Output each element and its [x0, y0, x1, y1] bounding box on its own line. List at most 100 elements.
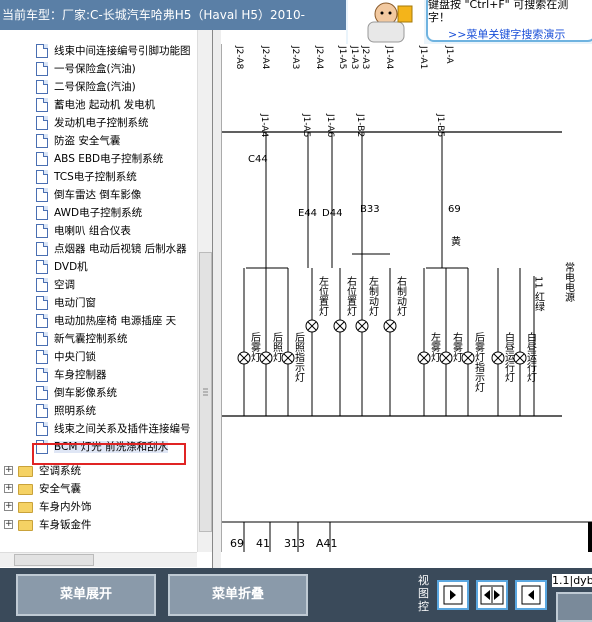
pin-label: J1-A5 [301, 113, 311, 137]
tree-item-label: 倒车影像系统 [54, 387, 117, 399]
tree-folder-label: 车身钣金件 [39, 519, 92, 531]
power-source-label: 常电电源 [563, 261, 575, 303]
tree-item[interactable]: 电动门窗 [36, 294, 96, 312]
tree-item[interactable]: 电动加热座椅 电源插座 天 [36, 312, 176, 330]
tree-item[interactable]: 车身控制器 [36, 366, 107, 384]
document-icon [36, 98, 48, 112]
document-icon [36, 44, 48, 58]
lamp-label: 右制动灯 [395, 275, 407, 317]
pin-label: J1-A4 [259, 113, 269, 138]
tree-item[interactable]: DVD机 [36, 258, 88, 276]
top-connector-label: J1-A3 [349, 45, 359, 69]
arrow-right-icon [443, 585, 463, 605]
tree-item-label: 空调 [54, 279, 75, 291]
tree-item[interactable]: TCS电子控制系统 [36, 168, 137, 186]
tree-item[interactable]: 蓄电池 起动机 发电机 [36, 96, 155, 114]
document-icon [36, 404, 48, 418]
lamp-label: 右雾灯 [451, 331, 463, 363]
tree-item[interactable]: 照明系统 [36, 402, 96, 420]
horizontal-scroll-thumb[interactable] [14, 554, 94, 566]
tree-item[interactable]: AWD电子控制系统 [36, 204, 142, 222]
horizontal-scrollbar[interactable] [0, 552, 197, 567]
top-connector-label: J2-A8 [234, 45, 244, 70]
tree-item[interactable]: 中央门锁 [36, 348, 96, 366]
tree-folder[interactable]: 车身内外饰 [18, 498, 92, 516]
tree-item[interactable]: 电喇叭 组合仪表 [36, 222, 131, 240]
bottom-connector-label: 41 [256, 537, 270, 550]
pin-label: J1-A6 [325, 113, 335, 138]
tree-item[interactable]: 防盗 安全气囊 [36, 132, 120, 150]
tree-folder-label: 空调系统 [39, 465, 81, 477]
top-connector-label: J1-A1 [418, 45, 428, 69]
wiring-diagram[interactable]: J2-A8 J2-A4 J2-A3 J2-A4 J1-A5 J1-A3 J2-A3 J1-A4… [221, 44, 592, 552]
tree-item[interactable]: ABS EBD电子控制系统 [36, 150, 163, 168]
view-right-button[interactable] [515, 580, 547, 610]
expand-toggle-icon[interactable]: + [4, 502, 13, 511]
menu-collapse-button[interactable]: 菜单折叠 [168, 574, 308, 616]
top-connector-label: J1-A [444, 45, 454, 64]
wire-code: C44 [248, 154, 268, 165]
tree-item[interactable]: 点烟器 电动后视镜 后制水器 [36, 240, 187, 258]
lamp-label: 左制动灯 [367, 275, 379, 317]
expand-toggle-icon[interactable]: + [4, 520, 13, 529]
tree-item[interactable]: 二号保险盒(汽油) [36, 78, 136, 96]
tree-item-label: 防盗 安全气囊 [54, 135, 121, 147]
menu-expand-button[interactable]: 菜单展开 [16, 574, 156, 616]
current-model-bar: 当前车型：厂家:C-长城汽车哈弗H5（Haval H5）2010- [0, 0, 346, 30]
tree-folder[interactable]: 安全气囊 [18, 480, 81, 498]
wire-color-label: 黄 [449, 235, 461, 247]
search-tip-banner[interactable]: 键盘按 "Ctrl+F" 可搜索在测 字！ >>菜单关键字搜索演示 [346, 0, 592, 44]
top-connector-label: J2-A3 [360, 45, 370, 69]
document-icon [36, 188, 48, 202]
folder-icon [18, 519, 33, 531]
document-icon [36, 332, 48, 346]
vertical-scroll-thumb[interactable] [199, 252, 212, 532]
wire-code: E44 [298, 208, 317, 219]
tree-item[interactable]: 新气囊控制系统 [36, 330, 128, 348]
vertical-scrollbar[interactable] [197, 30, 212, 552]
lamp-label: 后照灯 [271, 332, 283, 363]
tree-item-label: 发动机电子控制系统 [54, 117, 149, 129]
tree-item[interactable]: 发动机电子控制系统 [36, 114, 149, 132]
document-icon [36, 314, 48, 328]
expand-toggle-icon[interactable]: + [4, 466, 13, 475]
lamp-label: 右位置灯 [345, 275, 357, 317]
view-left-button[interactable] [437, 580, 469, 610]
top-connector-label: J1-A5 [337, 45, 347, 69]
tree-item-label: 照明系统 [54, 405, 96, 417]
document-icon [36, 152, 48, 166]
document-icon [36, 224, 48, 238]
bottom-connector-label: 69 [230, 537, 244, 550]
tree-item[interactable]: 线束之间关系及插件连接编号 [36, 420, 191, 438]
tree-item-label: 点烟器 电动后视镜 后制水器 [54, 243, 187, 255]
search-demo-link[interactable]: >>菜单关键字搜索演示 [448, 26, 565, 42]
extra-toolbar-button[interactable] [556, 592, 592, 622]
tree-folder[interactable]: 车身钣金件 [18, 516, 92, 534]
tree-item-label: AWD电子控制系统 [54, 207, 143, 219]
lamp-label: 后雾灯指示灯 [473, 332, 485, 393]
arrow-left-icon [521, 585, 541, 605]
zoom-readout: 1.1|dyb [552, 574, 592, 587]
tree-item[interactable]: 线束中间连接编号引脚功能图 [36, 42, 191, 60]
page-edge-mark [588, 522, 592, 552]
mascot-icon [367, 2, 413, 43]
wire-code: B33 [360, 204, 380, 215]
panel-splitter[interactable] [213, 30, 221, 568]
tree-item[interactable]: 倒车雷达 倒车影像 [36, 186, 141, 204]
tree-item[interactable]: 倒车影像系统 [36, 384, 117, 402]
document-icon [36, 422, 48, 436]
view-split-button[interactable] [476, 580, 508, 610]
tree-item-label: 车身控制器 [54, 369, 107, 381]
tree-item[interactable]: 空调 [36, 276, 75, 294]
split-view-icon [480, 585, 504, 605]
tree-item-label: TCS电子控制系统 [54, 171, 137, 183]
expand-toggle-icon[interactable]: + [4, 484, 13, 493]
menu-tree-panel: 线束中间连接编号引脚功能图 一号保险盒(汽油) 二号保险盒(汽油) 蓄电池 起动机 发… [0, 30, 213, 568]
tree-item-label: 电喇叭 组合仪表 [54, 225, 131, 237]
lamp-label: 白昼运行灯 [525, 331, 537, 383]
wire-code: D44 [322, 208, 342, 219]
tree-item[interactable]: 一号保险盒(汽油) [36, 60, 136, 78]
pin-label: J1-B2 [355, 113, 365, 137]
document-icon [36, 278, 48, 292]
wire-code: 69 [448, 204, 461, 215]
